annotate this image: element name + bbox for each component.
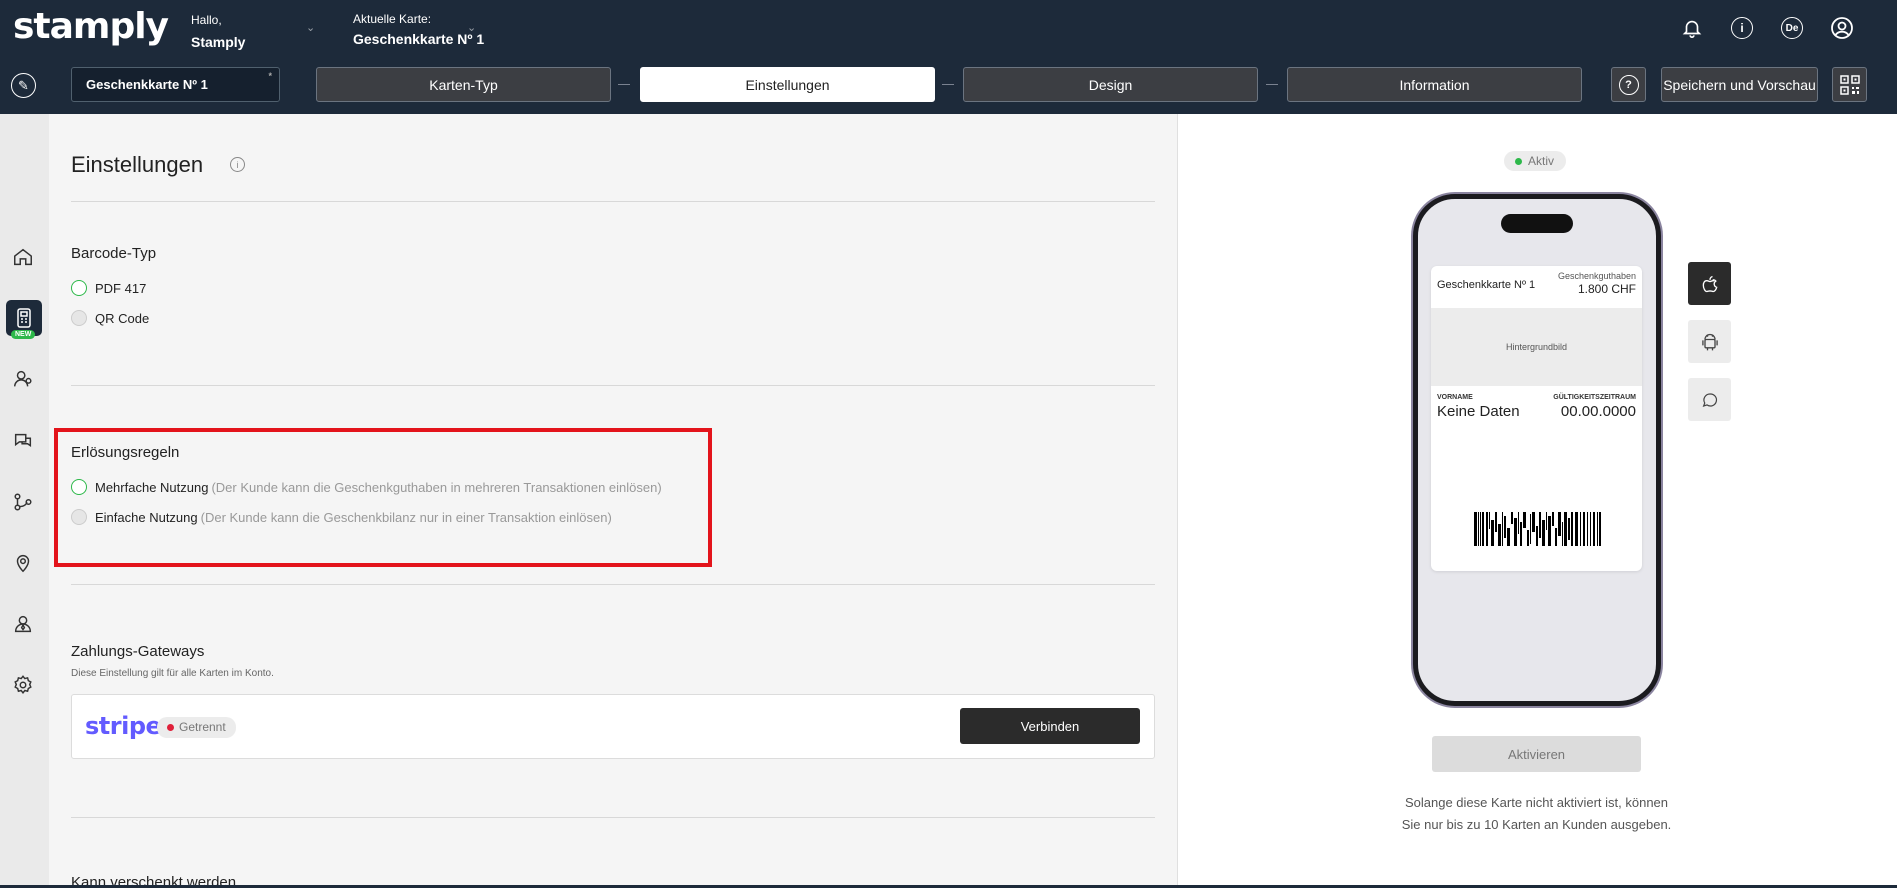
user-icon[interactable] — [1829, 15, 1855, 41]
radio-single-use[interactable]: Einfache Nutzung (Der Kunde kann die Ges… — [71, 509, 612, 525]
status-badge: Getrennt — [157, 717, 236, 738]
step-design[interactable]: Design — [963, 67, 1258, 102]
help-button[interactable]: ? — [1611, 67, 1646, 102]
payment-note: Diese Einstellung gilt für alle Karten i… — [71, 668, 274, 679]
barcode-type-heading: Barcode-Typ — [71, 245, 157, 262]
location-icon[interactable] — [10, 550, 36, 576]
divider — [71, 584, 1155, 585]
activate-button[interactable]: Aktivieren — [1432, 736, 1641, 772]
radio-label: QR Code — [95, 310, 150, 326]
payment-gateways-heading: Zahlungs-Gateways — [71, 643, 205, 660]
current-card-name[interactable]: Geschenkkarte Nº 1 — [353, 31, 484, 47]
greeting: Hallo, Stamply — [191, 12, 245, 51]
unsaved-marker: * — [268, 71, 272, 81]
greeting-label: Hallo, — [191, 13, 222, 27]
activation-note: Solange diese Karte nicht aktiviert ist,… — [1401, 795, 1672, 832]
radio-label: PDF 417 — [95, 280, 147, 296]
step-separator — [1266, 84, 1278, 85]
workflow-icon[interactable] — [10, 489, 36, 515]
radio-selected-indicator — [71, 280, 87, 296]
radio-label: Einfache Nutzung — [95, 509, 198, 525]
manager-icon[interactable] — [10, 611, 36, 637]
language-icon[interactable]: De — [1779, 15, 1805, 41]
user-chevron-down-icon[interactable]: ⌄ — [306, 21, 315, 34]
radio-multiple-use[interactable]: Mehrfache Nutzung (Der Kunde kann die Ge… — [71, 479, 662, 495]
qr-code-icon — [1839, 74, 1860, 95]
pdf417-barcode — [1474, 512, 1601, 546]
card-name-text: Geschenkkarte Nº 1 — [86, 77, 208, 92]
card-name-field[interactable]: Geschenkkarte Nº 1 * — [71, 67, 280, 102]
message-preview-button[interactable] — [1688, 378, 1731, 421]
step-separator — [942, 84, 954, 85]
stripe-gateway-row: stripe Getrennt Verbinden — [71, 694, 1155, 759]
step-einstellungen[interactable]: Einstellungen — [640, 67, 935, 102]
card-chevron-down-icon[interactable]: ⌄ — [467, 21, 476, 34]
pass-field-value: 00.00.0000 — [1560, 403, 1636, 420]
current-card-label: Aktuelle Karte: — [353, 12, 432, 26]
radio-label: Mehrfache Nutzung — [95, 479, 209, 495]
radio-hint: (Der Kunde kann die Geschenkguthaben in … — [211, 479, 662, 495]
pass-card-name: Geschenkkarte Nº 1 — [1437, 279, 1536, 291]
page-title: Einstellungen — [71, 152, 204, 177]
connect-button[interactable]: Verbinden — [960, 708, 1140, 744]
new-badge: NEW — [11, 330, 36, 339]
stripe-logo: stripe — [85, 712, 162, 740]
step-karten-typ[interactable]: Karten-Typ — [316, 67, 611, 102]
pass-background-image: Hintergrundbild — [1431, 308, 1642, 386]
divider — [71, 385, 1155, 386]
radio-qr-code[interactable]: QR Code — [71, 310, 149, 326]
radio-pdf417[interactable]: PDF 417 — [71, 280, 146, 296]
step-separator — [618, 84, 630, 85]
chat-icon[interactable] — [10, 428, 36, 454]
stamply-logo[interactable]: stamply — [13, 6, 169, 47]
message-icon — [1702, 392, 1717, 407]
radio-hint: (Der Kunde kann die Geschenkbilanz nur i… — [200, 509, 612, 525]
current-card-selector[interactable]: Aktuelle Karte: Geschenkkarte Nº 1 — [353, 12, 484, 47]
settings-icon[interactable] — [10, 672, 36, 698]
qr-code-button[interactable] — [1832, 67, 1867, 102]
divider — [71, 817, 1155, 818]
title-info-icon[interactable]: i — [230, 157, 245, 172]
phone-dynamic-island — [1501, 214, 1573, 233]
save-preview-button[interactable]: Speichern und Vorschau — [1661, 67, 1818, 102]
pass-balance-label: Geschenkguthaben — [1557, 271, 1636, 281]
home-icon[interactable] — [10, 244, 36, 270]
card-status-badge: Aktiv — [1504, 151, 1567, 171]
customers-icon[interactable] — [10, 366, 36, 392]
pass-field-label: VORNAME — [1437, 394, 1473, 401]
help-icon: ? — [1618, 74, 1639, 95]
pass-field-value: Keine Daten — [1437, 403, 1520, 420]
wallet-pass: Geschenkkarte Nº 1 Geschenkguthaben 1.80… — [1431, 266, 1642, 571]
step-information[interactable]: Information — [1287, 67, 1582, 102]
redemption-rules-heading: Erlösungsregeln — [71, 444, 180, 461]
edit-pencil-icon[interactable]: ✎ — [11, 73, 36, 98]
radio-unselected-indicator — [71, 509, 87, 525]
divider — [71, 201, 1155, 202]
android-wallet-button[interactable] — [1688, 320, 1731, 363]
radio-unselected-indicator — [71, 310, 87, 326]
user-name[interactable]: Stamply — [191, 34, 245, 51]
apple-wallet-button[interactable] — [1688, 262, 1731, 305]
android-icon — [1701, 333, 1718, 350]
info-icon[interactable]: i — [1729, 15, 1755, 41]
pass-field-label: GÜLTIGKEITSZEITRAUM — [1553, 394, 1636, 401]
apple-icon — [1702, 275, 1717, 292]
radio-selected-indicator — [71, 479, 87, 495]
bell-icon[interactable] — [1679, 15, 1705, 41]
pass-balance: 1.800 CHF — [1577, 282, 1636, 296]
